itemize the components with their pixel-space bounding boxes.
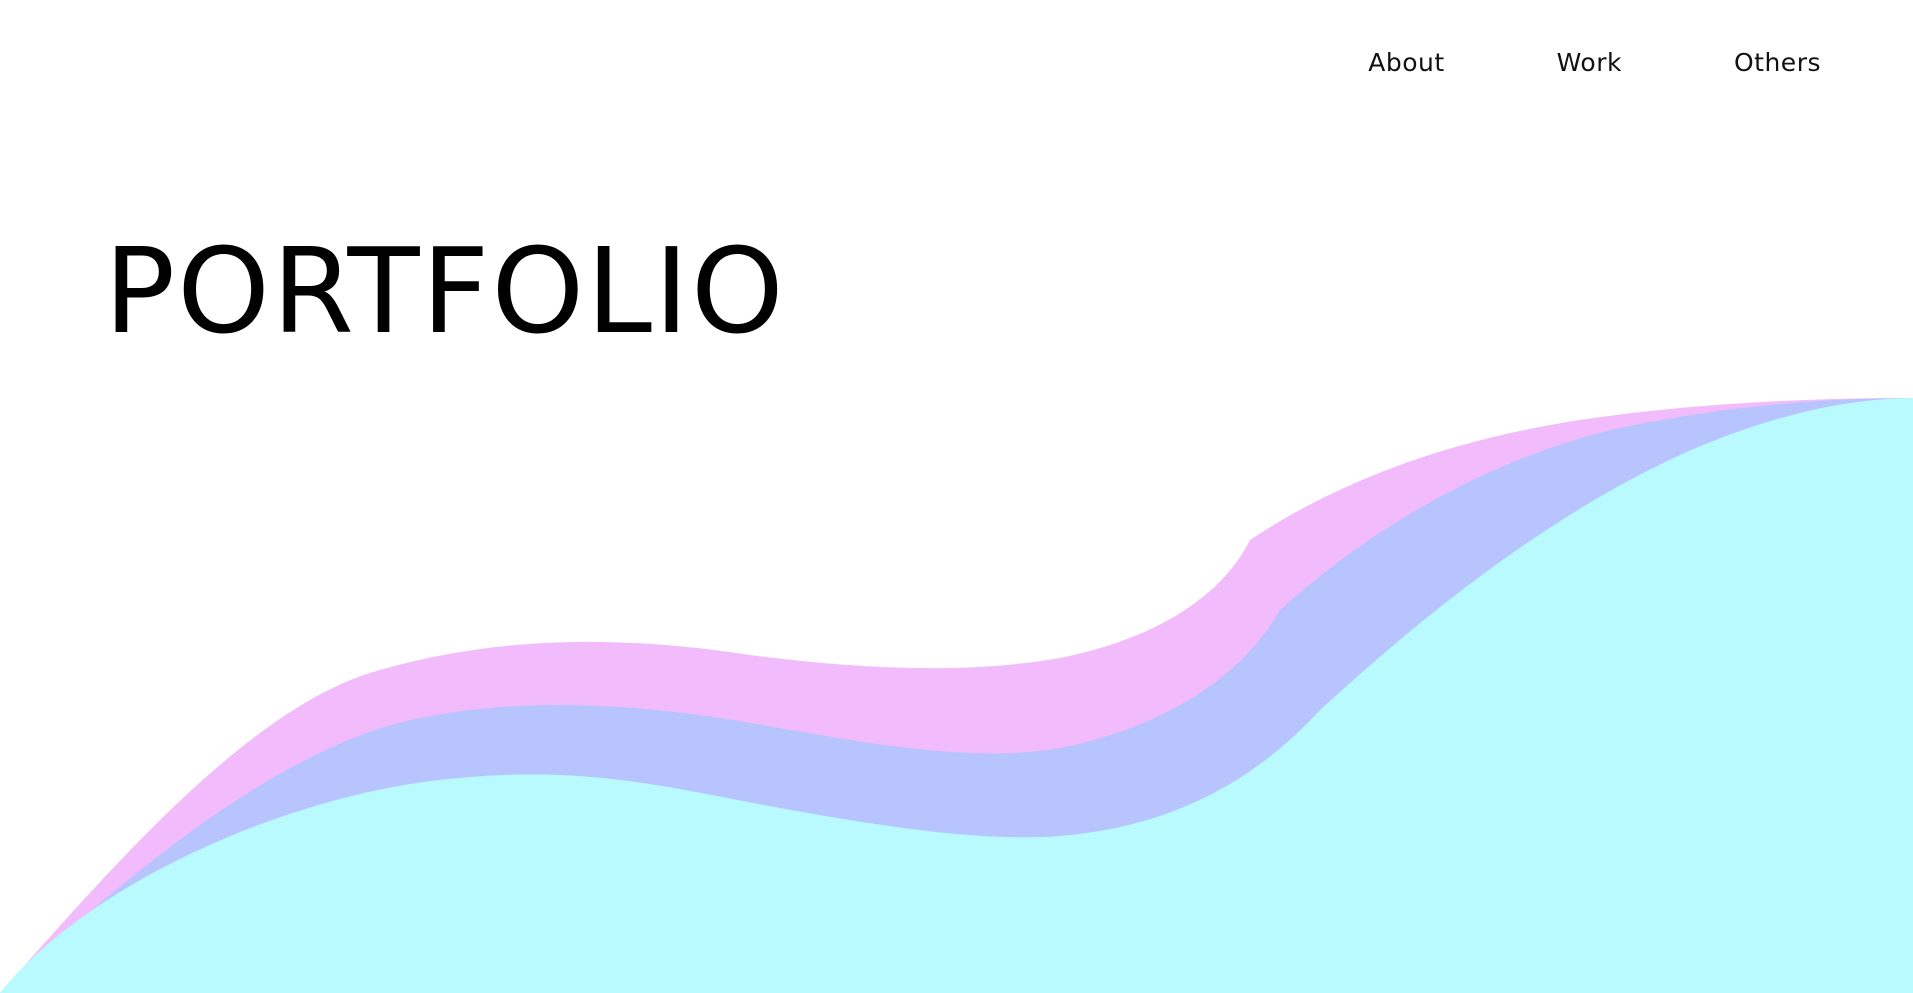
nav-link-about[interactable]: About xyxy=(1368,48,1444,77)
decorative-waves xyxy=(0,398,1913,993)
nav-link-others[interactable]: Others xyxy=(1734,48,1821,77)
portfolio-landing-page: About Work Others PORTFOLIO xyxy=(0,0,1913,993)
page-title: PORTFOLIO xyxy=(104,222,786,360)
top-navigation: About Work Others xyxy=(1368,48,1821,77)
nav-link-work[interactable]: Work xyxy=(1557,48,1622,77)
